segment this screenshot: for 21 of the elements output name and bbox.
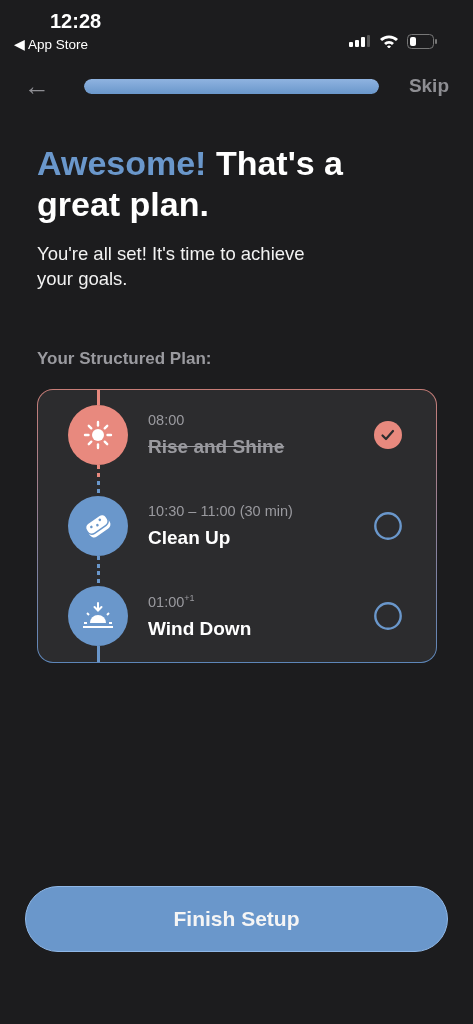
task-title: Clean Up xyxy=(148,526,231,549)
signal-icon xyxy=(349,34,371,48)
task-time: 10:30 – 11:00 (30 min) xyxy=(148,502,293,519)
back-button[interactable]: ← xyxy=(24,73,50,99)
unchecked-circle[interactable] xyxy=(374,511,402,540)
wifi-icon xyxy=(379,34,399,48)
sun-icon xyxy=(83,420,113,451)
status-time: 12:28 xyxy=(50,10,102,33)
section-label: Your Structured Plan: xyxy=(37,349,213,369)
task-time: 01:00$^{+1}$ xyxy=(148,593,195,610)
battery-icon xyxy=(407,33,437,49)
task-title: Rise and Shine xyxy=(148,436,285,459)
task-time: 08:00 xyxy=(148,412,185,429)
back-to-app-link[interactable]: ◀ App Store xyxy=(14,36,89,52)
unchecked-circle[interactable] xyxy=(374,602,402,631)
heading: Awesome! That's a great plan. xyxy=(37,143,344,225)
task-title: Wind Down xyxy=(148,617,252,640)
skip-button[interactable]: Skip xyxy=(408,75,449,97)
subtitle: You're all set! It's time to achieve your goals. xyxy=(37,242,306,291)
checked-circle[interactable] xyxy=(374,421,402,450)
finish-setup-button[interactable]: Finish Setup xyxy=(25,886,448,952)
